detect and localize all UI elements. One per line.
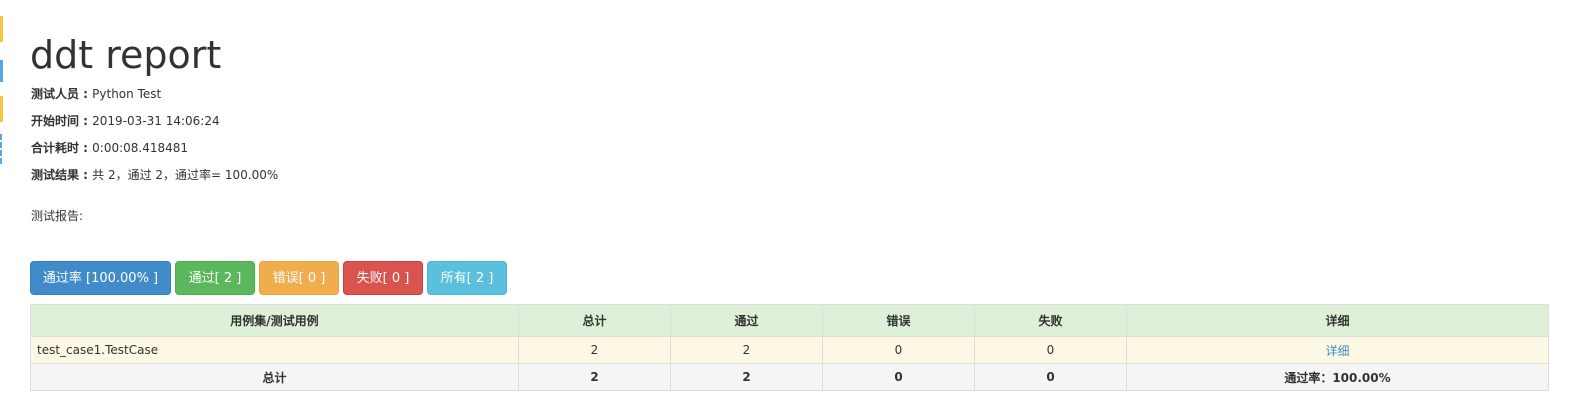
- summary-total: 2: [518, 363, 671, 391]
- case-error: 0: [822, 336, 975, 364]
- tester-value: Python Test: [92, 87, 162, 101]
- case-detail-cell: 详细: [1126, 336, 1549, 364]
- edge-marker: [0, 96, 3, 122]
- window-edge-strip: [0, 0, 6, 420]
- summary-row: 总计 2 2 0 0 通过率：100.00%: [30, 363, 1549, 391]
- duration-label: 合计耗时 :: [31, 141, 93, 155]
- duration-info: 合计耗时 : 0:00:08.418481: [31, 140, 188, 156]
- edge-marker: [0, 16, 3, 42]
- tester-label: 测试人员 :: [31, 87, 93, 101]
- case-pass: 2: [670, 336, 823, 364]
- header-error: 错误: [822, 304, 975, 337]
- edge-marker: [0, 60, 3, 82]
- header-fail: 失败: [974, 304, 1127, 337]
- summary-rate: 通过率：100.00%: [1126, 363, 1549, 391]
- pass-rate-button[interactable]: 通过率 [100.00% ]: [30, 261, 171, 295]
- case-fail: 0: [974, 336, 1127, 364]
- duration-value: 0:00:08.418481: [92, 141, 189, 155]
- page-title: ddt report: [30, 33, 222, 77]
- header-pass: 通过: [670, 304, 823, 337]
- passed-filter-button[interactable]: 通过[ 2 ]: [175, 261, 255, 295]
- start-time-info: 开始时间 : 2019-03-31 14:06:24: [31, 113, 220, 129]
- summary-label: 总计: [30, 363, 519, 391]
- failures-filter-button[interactable]: 失败[ 0 ]: [343, 261, 423, 295]
- tester-info: 测试人员 : Python Test: [31, 86, 161, 102]
- summary-error: 0: [822, 363, 975, 391]
- case-total: 2: [518, 336, 671, 364]
- errors-filter-button[interactable]: 错误[ 0 ]: [259, 261, 339, 295]
- summary-pass: 2: [670, 363, 823, 391]
- header-suite: 用例集/测试用例: [30, 304, 519, 337]
- result-value: 共 2，通过 2，通过率= 100.00%: [92, 168, 279, 182]
- table-header-row: 用例集/测试用例 总计 通过 错误 失败 详细: [30, 304, 1549, 337]
- report-label: 测试报告:: [31, 209, 84, 223]
- table-row: test_case1.TestCase 2 2 0 0 详细: [30, 336, 1549, 364]
- results-table: 用例集/测试用例 总计 通过 错误 失败 详细 test_case1.TestC…: [30, 304, 1549, 391]
- start-time-value: 2019-03-31 14:06:24: [92, 114, 220, 128]
- start-time-label: 开始时间 :: [31, 114, 93, 128]
- edge-marker: [0, 134, 2, 164]
- header-total: 总计: [518, 304, 671, 337]
- result-label: 测试结果 :: [31, 168, 93, 182]
- detail-link[interactable]: 详细: [1325, 344, 1349, 358]
- all-filter-button[interactable]: 所有[ 2 ]: [427, 261, 507, 295]
- header-detail: 详细: [1126, 304, 1549, 337]
- case-name: test_case1.TestCase: [30, 336, 519, 364]
- summary-fail: 0: [974, 363, 1127, 391]
- result-info: 测试结果 : 共 2，通过 2，通过率= 100.00%: [31, 167, 278, 183]
